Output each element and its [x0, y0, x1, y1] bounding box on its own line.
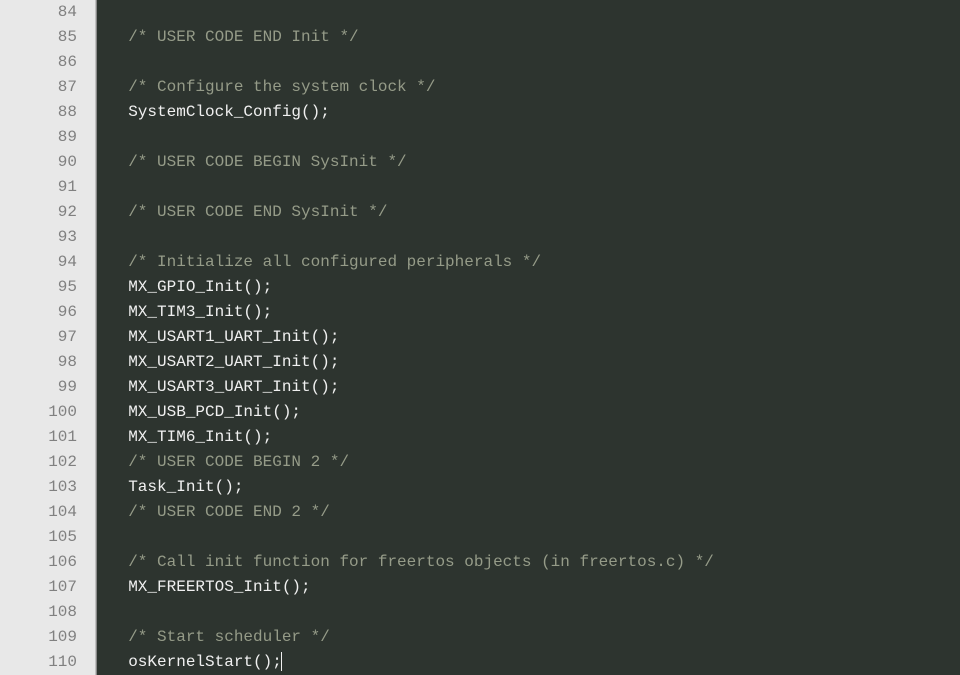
code-line[interactable]: MX_USART1_UART_Init(); — [97, 325, 960, 350]
line-number: 94 — [0, 250, 80, 275]
code-line[interactable]: MX_USB_PCD_Init(); — [97, 400, 960, 425]
line-number: 104 — [0, 500, 80, 525]
line-number: 97 — [0, 325, 80, 350]
code-token: MX_GPIO_Init(); — [128, 278, 272, 296]
comment-token: /* Start scheduler */ — [128, 628, 330, 646]
line-number: 85 — [0, 25, 80, 50]
code-token: SystemClock_Config(); — [128, 103, 330, 121]
code-line[interactable]: /* USER CODE END SysInit */ — [97, 200, 960, 225]
code-token: MX_USART2_UART_Init(); — [128, 353, 339, 371]
line-number: 96 — [0, 300, 80, 325]
code-token: MX_FREERTOS_Init(); — [128, 578, 310, 596]
code-line[interactable] — [97, 525, 960, 550]
code-line[interactable] — [97, 125, 960, 150]
code-line[interactable]: /* USER CODE BEGIN SysInit */ — [97, 150, 960, 175]
code-token: MX_USB_PCD_Init(); — [128, 403, 301, 421]
code-line[interactable]: MX_USART3_UART_Init(); — [97, 375, 960, 400]
comment-token: /* USER CODE END SysInit */ — [128, 203, 387, 221]
code-line[interactable]: MX_TIM6_Init(); — [97, 425, 960, 450]
code-area[interactable]: /* USER CODE END Init */ /* Configure th… — [96, 0, 960, 675]
code-line[interactable]: Task_Init(); — [97, 475, 960, 500]
code-line[interactable]: /* Configure the system clock */ — [97, 75, 960, 100]
line-number: 89 — [0, 125, 80, 150]
line-number: 86 — [0, 50, 80, 75]
code-line[interactable] — [97, 225, 960, 250]
text-caret — [281, 652, 282, 671]
comment-token: /* Initialize all configured peripherals… — [128, 253, 541, 271]
code-line[interactable]: MX_GPIO_Init(); — [97, 275, 960, 300]
line-number: 108 — [0, 600, 80, 625]
code-line[interactable]: /* Call init function for freertos objec… — [97, 550, 960, 575]
code-line[interactable]: MX_USART2_UART_Init(); — [97, 350, 960, 375]
line-number: 93 — [0, 225, 80, 250]
code-token: MX_TIM3_Init(); — [128, 303, 272, 321]
comment-token: /* Configure the system clock */ — [128, 78, 435, 96]
code-line[interactable] — [97, 50, 960, 75]
code-line[interactable]: MX_TIM3_Init(); — [97, 300, 960, 325]
code-token: MX_TIM6_Init(); — [128, 428, 272, 446]
line-number: 103 — [0, 475, 80, 500]
line-number: 109 — [0, 625, 80, 650]
line-number: 92 — [0, 200, 80, 225]
code-line[interactable]: /* Start scheduler */ — [97, 625, 960, 650]
code-line[interactable]: osKernelStart(); — [97, 650, 960, 675]
line-number: 105 — [0, 525, 80, 550]
line-number: 91 — [0, 175, 80, 200]
comment-token: /* USER CODE BEGIN SysInit */ — [128, 153, 406, 171]
code-line[interactable]: /* USER CODE BEGIN 2 */ — [97, 450, 960, 475]
code-token: MX_USART1_UART_Init(); — [128, 328, 339, 346]
code-line[interactable]: SystemClock_Config(); — [97, 100, 960, 125]
line-number: 90 — [0, 150, 80, 175]
code-token: MX_USART3_UART_Init(); — [128, 378, 339, 396]
code-line[interactable]: /* USER CODE END Init */ — [97, 25, 960, 50]
line-number: 88 — [0, 100, 80, 125]
line-number: 102 — [0, 450, 80, 475]
line-number: 95 — [0, 275, 80, 300]
comment-token: /* USER CODE BEGIN 2 */ — [128, 453, 349, 471]
comment-token: /* USER CODE END 2 */ — [128, 503, 330, 521]
code-token: Task_Init(); — [128, 478, 243, 496]
line-number: 99 — [0, 375, 80, 400]
code-line[interactable]: MX_FREERTOS_Init(); — [97, 575, 960, 600]
gutter-margin — [80, 0, 96, 675]
code-editor: 8485868788899091929394959697989910010110… — [0, 0, 960, 675]
code-line[interactable]: /* USER CODE END 2 */ — [97, 500, 960, 525]
line-number: 84 — [0, 0, 80, 25]
line-number: 100 — [0, 400, 80, 425]
comment-token: /* Call init function for freertos objec… — [128, 553, 714, 571]
line-number: 110 — [0, 650, 80, 675]
code-line[interactable] — [97, 600, 960, 625]
code-line[interactable]: /* Initialize all configured peripherals… — [97, 250, 960, 275]
line-number: 98 — [0, 350, 80, 375]
line-number-gutter: 8485868788899091929394959697989910010110… — [0, 0, 80, 675]
code-token: osKernelStart(); — [128, 653, 282, 671]
comment-token: /* USER CODE END Init */ — [128, 28, 358, 46]
line-number: 101 — [0, 425, 80, 450]
line-number: 106 — [0, 550, 80, 575]
code-line[interactable] — [97, 0, 960, 25]
line-number: 87 — [0, 75, 80, 100]
code-line[interactable] — [97, 175, 960, 200]
line-number: 107 — [0, 575, 80, 600]
